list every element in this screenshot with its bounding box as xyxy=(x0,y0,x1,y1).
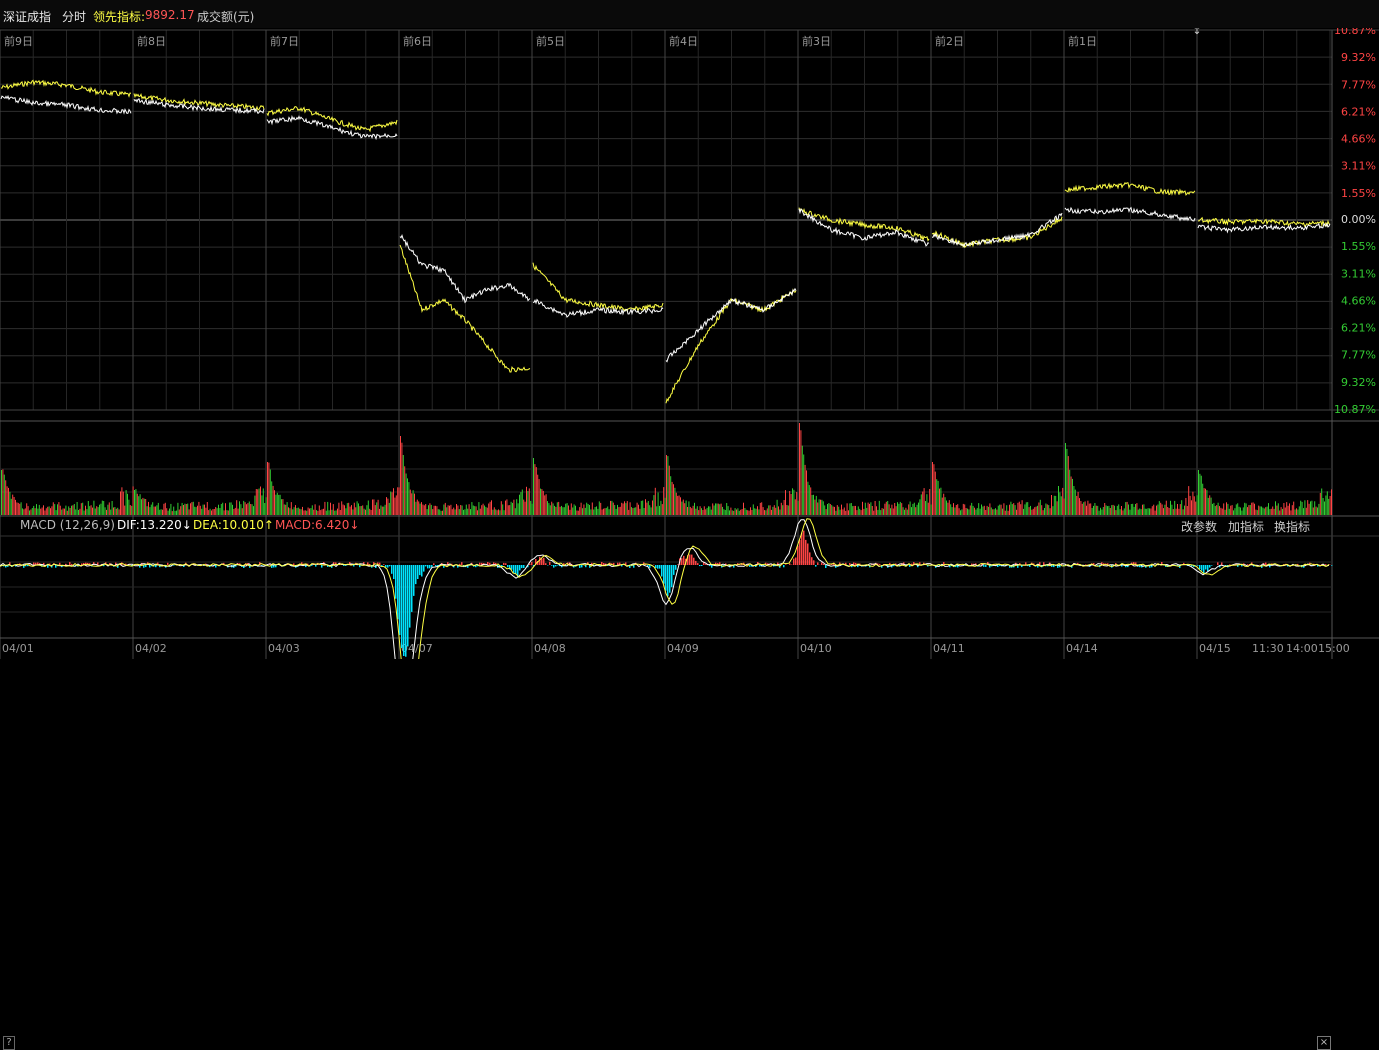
pct-label-up: 1.55% xyxy=(1341,187,1376,200)
pct-label-up: 9.32% xyxy=(1341,51,1376,64)
day-label: 前7日 xyxy=(270,34,299,48)
date-label: 04/02 xyxy=(135,642,167,655)
day-label: 前1日 xyxy=(1068,34,1097,48)
macd-dif: DIF:13.220↓ xyxy=(117,518,192,532)
pct-label-down: 6.21% xyxy=(1341,322,1376,335)
day-label: 前8日 xyxy=(137,34,166,48)
index-name[interactable]: 深证成指 xyxy=(3,8,51,25)
switch-indicator-button[interactable]: 换指标 xyxy=(1274,518,1310,535)
close-icon[interactable]: × xyxy=(1317,1036,1331,1050)
date-label: 04/01 xyxy=(2,642,34,655)
pct-label-up: 3.11% xyxy=(1341,160,1376,173)
day-label: 前5日 xyxy=(536,34,565,48)
day-label: 前2日 xyxy=(935,34,964,48)
date-label: 04/08 xyxy=(534,642,566,655)
time-label: 15:00 xyxy=(1318,642,1350,655)
date-label: 04/03 xyxy=(268,642,300,655)
day-label: 前6日 xyxy=(403,34,432,48)
add-indicator-button[interactable]: 加指标 xyxy=(1228,518,1264,535)
pct-label-down: 10.87% xyxy=(1334,403,1376,416)
mode-label[interactable]: 分时 xyxy=(62,8,86,25)
leading-indicator-value: 9892.17 xyxy=(145,8,195,22)
pct-label-down: 3.11% xyxy=(1341,267,1376,280)
time-label: 11:30 xyxy=(1252,642,1284,655)
date-label: 04/10 xyxy=(800,642,832,655)
pct-label-down: 4.66% xyxy=(1341,294,1376,307)
pct-label-down: 9.32% xyxy=(1341,376,1376,389)
pct-label-zero: 0.00% xyxy=(1341,213,1376,226)
pct-label-up: 4.66% xyxy=(1341,133,1376,146)
time-label: 14:00 xyxy=(1286,642,1318,655)
modify-params-button[interactable]: 改参数 xyxy=(1181,518,1217,535)
date-label: 04/09 xyxy=(667,642,699,655)
date-label: 04/11 xyxy=(933,642,965,655)
date-label: 04/15 xyxy=(1199,642,1231,655)
day-label: 前3日 xyxy=(802,34,831,48)
chart-header: 深证成指 分时 领先指标: 9892.17 成交额(元) xyxy=(0,0,1379,28)
day-label: 前9日 xyxy=(4,34,33,48)
date-label: 04/14 xyxy=(1066,642,1098,655)
macd-header: ? MACD (12,26,9) DIF:13.220↓ DEA:10.010↑… xyxy=(0,517,1379,535)
pct-label-up: 6.21% xyxy=(1341,105,1376,118)
pct-label-up: 7.77% xyxy=(1341,78,1376,91)
macd-name[interactable]: MACD (12,26,9) xyxy=(20,518,115,532)
macd-value: MACD:6.420↓ xyxy=(275,518,359,532)
volume-label: 成交额(元) xyxy=(197,8,254,25)
pct-label-down: 1.55% xyxy=(1341,240,1376,253)
pct-label-down: 7.77% xyxy=(1341,349,1376,362)
day-label: 前4日 xyxy=(669,34,698,48)
chart-window: 前9日 前8日 前7日 前6日 前5日 前4日 前3日 前2日 前1日 10.87% 9.32% 7.… xyxy=(0,0,1379,659)
macd-dea: DEA:10.010↑ xyxy=(193,518,274,532)
help-icon[interactable]: ? xyxy=(3,1036,15,1050)
chart-canvas[interactable]: 前9日 前8日 前7日 前6日 前5日 前4日 前3日 前2日 前1日 10.87% 9.32% 7.… xyxy=(0,0,1379,659)
leading-indicator-label: 领先指标: xyxy=(93,8,145,25)
